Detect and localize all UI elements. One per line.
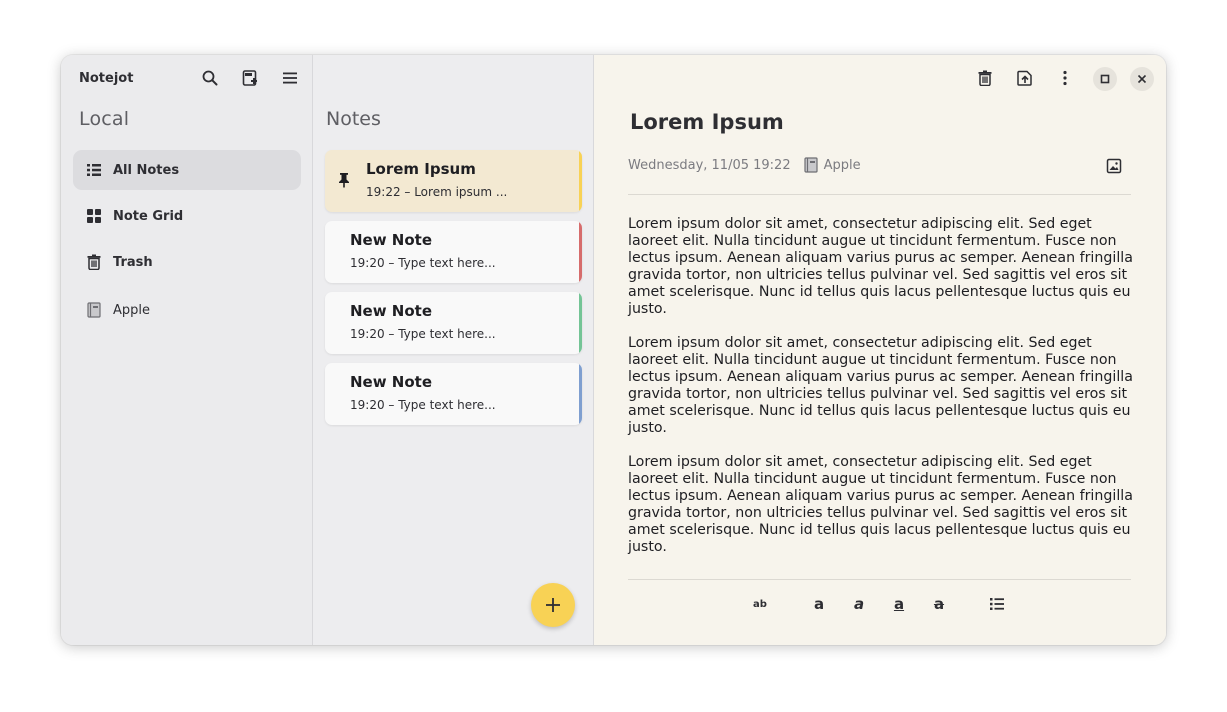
note-card[interactable]: New Note 19:20 – Type text here... xyxy=(325,221,582,283)
sidebar-item-label: All Notes xyxy=(113,162,180,178)
insert-image-button[interactable] xyxy=(1102,154,1126,178)
search-button[interactable] xyxy=(197,65,223,91)
notes-list-pane: Notes Lorem Ipsum 19:22 – Lorem ipsum ..… xyxy=(313,55,594,645)
note-color-accent xyxy=(579,292,582,354)
underline-button[interactable]: a xyxy=(886,591,912,617)
note-body-text[interactable]: Lorem ipsum dolor sit amet, consectetur … xyxy=(628,216,1134,573)
export-note-button[interactable] xyxy=(1012,65,1038,91)
note-card-pinned[interactable]: Lorem Ipsum 19:22 – Lorem ipsum ... xyxy=(325,150,582,212)
italic-button[interactable]: a xyxy=(846,591,872,617)
sidebar: Notejot Local All Notes Note Grid Trash … xyxy=(61,55,313,645)
note-title: New Note xyxy=(350,302,433,320)
notebook-icon xyxy=(803,157,818,173)
sidebar-item-note-grid[interactable]: Note Grid xyxy=(73,196,301,236)
note-card[interactable]: New Note 19:20 – Type text here... xyxy=(325,292,582,354)
image-icon xyxy=(1106,158,1122,174)
sidebar-header: Notejot xyxy=(61,55,312,101)
delete-note-button[interactable] xyxy=(972,65,998,91)
note-paragraph: Lorem ipsum dolor sit amet, consectetur … xyxy=(628,335,1133,436)
note-editor: Lorem Ipsum Wednesday, 11/05 19:22 Apple… xyxy=(594,55,1166,645)
sidebar-item-label: Note Grid xyxy=(113,208,184,224)
maximize-button[interactable] xyxy=(1093,67,1117,91)
new-note-button[interactable] xyxy=(531,583,575,627)
strikethrough-button[interactable]: a xyxy=(926,591,952,617)
app-window: Notejot Local All Notes Note Grid Trash … xyxy=(61,55,1166,645)
note-paragraph: Lorem ipsum dolor sit amet, consectetur … xyxy=(628,216,1133,317)
note-notebook-label: Apple xyxy=(823,157,861,173)
note-title: New Note xyxy=(350,373,433,391)
add-notebook-icon xyxy=(242,70,257,86)
more-vertical-icon xyxy=(1063,70,1067,86)
bold-icon: a xyxy=(813,595,825,613)
sidebar-item-trash[interactable]: Trash xyxy=(73,242,301,282)
note-paragraph: Lorem ipsum dolor sit amet, consectetur … xyxy=(628,454,1133,555)
note-menu-button[interactable] xyxy=(1052,65,1078,91)
maximize-icon xyxy=(1100,74,1110,84)
normal-text-button[interactable]: ab xyxy=(747,591,773,617)
sidebar-item-label: Apple xyxy=(113,302,151,318)
sidebar-item-notebook-apple[interactable]: Apple xyxy=(73,290,301,330)
close-button[interactable] xyxy=(1130,67,1154,91)
trash-icon xyxy=(85,253,103,271)
note-title: New Note xyxy=(350,231,433,249)
hamburger-menu-icon xyxy=(283,72,297,84)
pin-icon xyxy=(337,172,351,192)
notebook-icon xyxy=(85,301,103,319)
plus-icon xyxy=(546,598,560,612)
app-title: Notejot xyxy=(79,70,134,86)
notes-list: Lorem Ipsum 19:22 – Lorem ipsum ... New … xyxy=(325,150,582,434)
note-color-accent xyxy=(579,221,582,283)
italic-icon: a xyxy=(853,595,865,613)
note-title-field[interactable]: Lorem Ipsum xyxy=(630,110,784,134)
bold-button[interactable]: a xyxy=(806,591,832,617)
header-divider xyxy=(628,194,1131,195)
note-color-accent xyxy=(579,150,582,212)
note-preview: 19:20 – Type text here... xyxy=(350,398,496,412)
notes-list-title: Notes xyxy=(326,108,381,130)
strikethrough-icon: a xyxy=(933,595,945,613)
format-toolbar: ab a a a a xyxy=(594,591,1166,617)
list-icon xyxy=(85,161,103,179)
close-icon xyxy=(1137,74,1147,84)
sidebar-item-all-notes[interactable]: All Notes xyxy=(73,150,301,190)
bullet-list-icon xyxy=(990,598,1004,610)
section-title-local: Local xyxy=(79,108,130,130)
main-menu-button[interactable] xyxy=(277,65,303,91)
normal-text-icon: ab xyxy=(753,598,767,610)
underline-icon: a xyxy=(893,595,905,613)
note-preview: 19:20 – Type text here... xyxy=(350,327,496,341)
format-bar-divider xyxy=(628,579,1131,580)
grid-icon xyxy=(85,207,103,225)
trash-icon xyxy=(978,70,992,86)
note-preview: 19:22 – Lorem ipsum ... xyxy=(366,185,508,199)
note-date: Wednesday, 11/05 19:22 xyxy=(628,157,791,173)
new-notebook-button[interactable] xyxy=(237,65,263,91)
note-meta: Wednesday, 11/05 19:22 Apple xyxy=(628,157,861,173)
search-icon xyxy=(202,70,218,86)
sidebar-nav: All Notes Note Grid Trash Apple xyxy=(73,150,301,336)
note-color-accent xyxy=(579,363,582,425)
note-notebook[interactable]: Apple xyxy=(803,157,861,173)
export-icon xyxy=(1017,70,1032,86)
note-preview: 19:20 – Type text here... xyxy=(350,256,496,270)
bullet-list-button[interactable] xyxy=(984,591,1010,617)
note-card[interactable]: New Note 19:20 – Type text here... xyxy=(325,363,582,425)
note-title: Lorem Ipsum xyxy=(366,160,476,178)
sidebar-item-label: Trash xyxy=(113,254,153,270)
